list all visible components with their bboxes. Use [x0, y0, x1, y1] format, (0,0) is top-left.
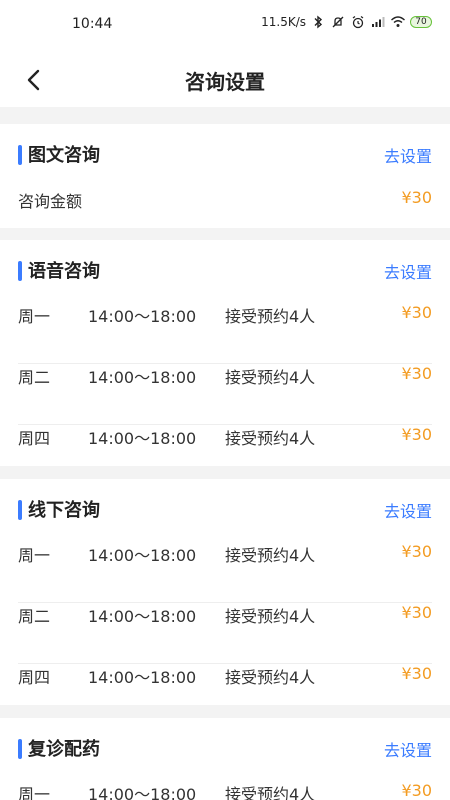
section-accent-bar — [18, 261, 22, 281]
status-bar: 10:44 11.5K/s 70 — [0, 0, 450, 52]
price-label: ¥30 — [401, 425, 432, 444]
section-header: 语音咨询 去设置 — [0, 240, 450, 300]
battery-indicator: 70 — [410, 16, 432, 28]
mute-icon — [330, 14, 346, 30]
section-accent-bar — [18, 145, 22, 165]
quota-label: 接受预约4人 — [225, 368, 316, 387]
price-label: ¥30 — [401, 664, 432, 683]
navbar: 咨询设置 — [0, 52, 450, 107]
section-text-consult: 图文咨询 去设置 咨询金额 ¥30 — [0, 124, 450, 228]
schedule-row: 周一 14:00～18:00 接受预约4人 ¥30 — [18, 542, 432, 603]
time-range: 14:00～18:00 — [88, 368, 197, 387]
quota-label: 接受预约4人 — [225, 546, 316, 565]
price-label: ¥30 — [401, 603, 432, 622]
day-label: 周一 — [18, 785, 51, 800]
amount-price: ¥30 — [401, 188, 432, 207]
net-speed: 11.5K/s — [261, 15, 306, 29]
price-label: ¥30 — [401, 781, 432, 800]
bluetooth-icon — [310, 14, 326, 30]
time-range: 14:00～18:00 — [88, 429, 197, 448]
go-settings-button[interactable]: 去设置 — [384, 259, 432, 283]
section-title: 复诊配药 — [28, 739, 100, 760]
section-header: 图文咨询 去设置 — [0, 124, 450, 184]
amount-label: 咨询金额 — [18, 192, 83, 211]
schedule-row: 周四 14:00～18:00 接受预约4人 ¥30 — [18, 425, 432, 486]
schedule-row: 周一 14:00～18:00 接受预约4人 ¥30 — [18, 303, 432, 364]
section-title: 线下咨询 — [28, 500, 100, 521]
time-range: 14:00～18:00 — [88, 668, 197, 687]
price-label: ¥30 — [401, 303, 432, 322]
time-range: 14:00～18:00 — [88, 607, 197, 626]
schedule-row: 周一 14:00～18:00 接受预约4人 ¥30 — [18, 781, 432, 800]
section-offline-consult: 线下咨询 去设置 周一 14:00～18:00 接受预约4人 ¥30 周二 14… — [0, 479, 450, 705]
alarm-icon — [350, 14, 366, 30]
schedule-row: 周二 14:00～18:00 接受预约4人 ¥30 — [18, 364, 432, 425]
time-range: 14:00～18:00 — [88, 546, 197, 565]
schedule-row: 周二 14:00～18:00 接受预约4人 ¥30 — [18, 603, 432, 664]
time-range: 14:00～18:00 — [88, 307, 197, 326]
quota-label: 接受预约4人 — [225, 307, 316, 326]
time-range: 14:00～18:00 — [88, 785, 197, 800]
section-voice-consult: 语音咨询 去设置 周一 14:00～18:00 接受预约4人 ¥30 周二 14… — [0, 240, 450, 466]
quota-label: 接受预约4人 — [225, 429, 316, 448]
go-settings-button[interactable]: 去设置 — [384, 737, 432, 761]
section-title: 语音咨询 — [28, 261, 100, 282]
page-title: 咨询设置 — [185, 70, 265, 94]
section-title: 图文咨询 — [28, 145, 100, 166]
day-label: 周一 — [18, 307, 51, 326]
day-label: 周一 — [18, 546, 51, 565]
price-label: ¥30 — [401, 364, 432, 383]
amount-row: 咨询金额 ¥30 — [18, 188, 432, 228]
section-header: 复诊配药 去设置 — [0, 718, 450, 778]
go-settings-button[interactable]: 去设置 — [384, 498, 432, 522]
day-label: 周四 — [18, 668, 51, 687]
go-settings-button[interactable]: 去设置 — [384, 143, 432, 167]
section-accent-bar — [18, 500, 22, 520]
day-label: 周四 — [18, 429, 51, 448]
wifi-icon — [390, 14, 406, 30]
status-icons: 11.5K/s 70 — [261, 14, 432, 30]
day-label: 周二 — [18, 607, 51, 626]
section-accent-bar — [18, 739, 22, 759]
signal-icon — [370, 14, 386, 30]
quota-label: 接受预约4人 — [225, 785, 316, 800]
day-label: 周二 — [18, 368, 51, 387]
quota-label: 接受预约4人 — [225, 607, 316, 626]
section-revisit-medication: 复诊配药 去设置 周一 14:00～18:00 接受预约4人 ¥30 — [0, 718, 450, 800]
price-label: ¥30 — [401, 542, 432, 561]
section-header: 线下咨询 去设置 — [0, 479, 450, 539]
status-time: 10:44 — [72, 16, 113, 32]
schedule-row: 周四 14:00～18:00 接受预约4人 ¥30 — [18, 664, 432, 725]
quota-label: 接受预约4人 — [225, 668, 316, 687]
